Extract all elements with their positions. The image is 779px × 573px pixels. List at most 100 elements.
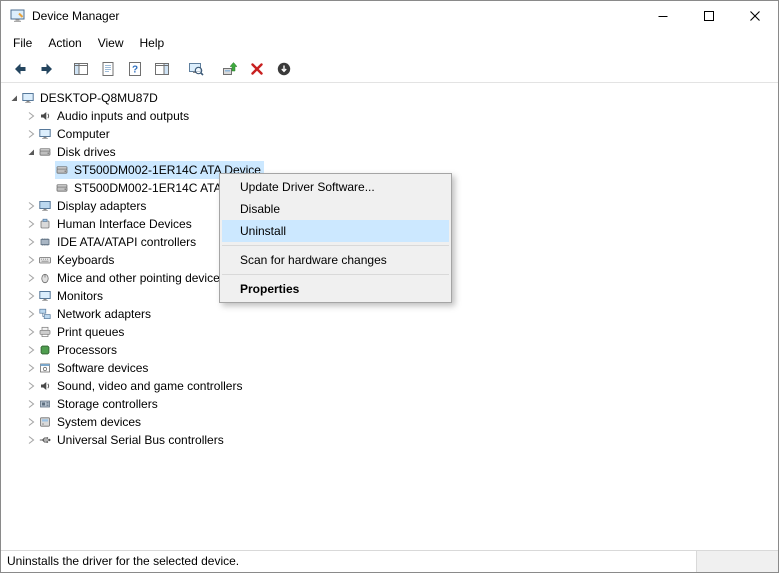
expand-chevron-icon[interactable]	[24, 413, 38, 431]
disable-device-icon	[276, 61, 292, 77]
collapse-chevron-icon[interactable]	[7, 89, 21, 107]
back-button[interactable]	[7, 57, 33, 81]
help-icon: ?	[127, 61, 143, 77]
printer-icon	[39, 326, 53, 338]
audio-icon	[39, 110, 53, 122]
properties-button[interactable]	[95, 57, 121, 81]
expand-chevron-icon[interactable]	[24, 269, 38, 287]
tree-item-content: Universal Serial Bus controllers	[38, 431, 227, 449]
menu-help[interactable]: Help	[132, 32, 173, 54]
tree-item-storage-controllers[interactable]: Storage controllers	[1, 395, 778, 413]
disable-device-button[interactable]	[271, 57, 297, 81]
tree-item-desktop-q8mu87d[interactable]: DESKTOP-Q8MU87D	[1, 89, 778, 107]
expand-chevron-icon[interactable]	[24, 197, 38, 215]
tree-item-label: Sound, video and game controllers	[57, 377, 242, 395]
tree-item-content: Software devices	[38, 359, 151, 377]
mouse-icon	[39, 272, 53, 284]
show-console-tree-button[interactable]	[68, 57, 94, 81]
collapse-chevron-icon[interactable]	[24, 143, 38, 161]
context-menu-item-update-driver-software[interactable]: Update Driver Software...	[222, 176, 449, 198]
uninstall-device-icon	[249, 61, 265, 77]
usb-icon	[39, 434, 53, 446]
context-menu-item-properties[interactable]: Properties	[222, 278, 449, 300]
context-menu-item-disable[interactable]: Disable	[222, 198, 449, 220]
expand-chevron-icon[interactable]	[24, 395, 38, 413]
expand-chevron-icon[interactable]	[24, 287, 38, 305]
minimize-button[interactable]	[640, 1, 686, 31]
context-menu-item-uninstall[interactable]: Uninstall	[222, 220, 449, 242]
tree-item-content: Audio inputs and outputs	[38, 107, 192, 125]
tree-item-content: Computer	[38, 125, 113, 143]
expand-chevron-icon[interactable]	[24, 251, 38, 269]
expand-chevron-icon[interactable]	[24, 233, 38, 251]
tree-item-label: Storage controllers	[57, 395, 158, 413]
tree-item-label: Keyboards	[57, 251, 114, 269]
tree-item-label: Print queues	[57, 323, 124, 341]
expand-chevron-icon[interactable]	[24, 323, 38, 341]
tree-item-content: Monitors	[38, 287, 106, 305]
close-button[interactable]	[732, 1, 778, 31]
tree-item-network-adapters[interactable]: Network adapters	[1, 305, 778, 323]
scan-hardware-changes-button[interactable]	[183, 57, 209, 81]
forward-button[interactable]	[34, 57, 60, 81]
title-bar[interactable]: Device Manager	[1, 1, 778, 31]
tree-item-label: Network adapters	[57, 305, 151, 323]
tree-item-disk-drives[interactable]: Disk drives	[1, 143, 778, 161]
tree-item-label: Processors	[57, 341, 117, 359]
action-pane-button[interactable]	[149, 57, 175, 81]
expand-chevron-icon[interactable]	[24, 359, 38, 377]
network-icon	[39, 308, 53, 320]
tree-item-print-queues[interactable]: Print queues	[1, 323, 778, 341]
tree-item-sound-video-and-game-controllers[interactable]: Sound, video and game controllers	[1, 377, 778, 395]
context-menu-item-scan-for-hardware-changes[interactable]: Scan for hardware changes	[222, 249, 449, 271]
tree-item-content: Processors	[38, 341, 120, 359]
device-manager-app-icon	[10, 8, 26, 24]
expand-chevron-icon[interactable]	[24, 215, 38, 233]
update-driver-software-icon	[222, 61, 238, 77]
tree-item-label: DESKTOP-Q8MU87D	[40, 89, 158, 107]
tree-item-content: Storage controllers	[38, 395, 161, 413]
tree-item-label: System devices	[57, 413, 141, 431]
tree-item-content: IDE ATA/ATAPI controllers	[38, 233, 199, 251]
toolbar: ?	[1, 55, 778, 83]
tree-item-label: Monitors	[57, 287, 103, 305]
menu-separator	[222, 274, 449, 275]
expand-chevron-icon[interactable]	[24, 305, 38, 323]
tree-item-software-devices[interactable]: Software devices	[1, 359, 778, 377]
status-bar-right-panel	[696, 551, 778, 572]
tree-item-processors[interactable]: Processors	[1, 341, 778, 359]
disk-icon	[56, 164, 70, 176]
window-controls	[640, 1, 778, 31]
properties-icon	[100, 61, 116, 77]
expand-chevron-icon[interactable]	[24, 377, 38, 395]
svg-text:?: ?	[132, 64, 138, 75]
tree-item-content: Keyboards	[38, 251, 117, 269]
device-manager-window: Device Manager FileActionViewHelp ? DESK…	[0, 0, 779, 573]
menu-file[interactable]: File	[5, 32, 40, 54]
display-icon	[39, 200, 53, 212]
tree-item-audio-inputs-and-outputs[interactable]: Audio inputs and outputs	[1, 107, 778, 125]
tree-item-computer[interactable]: Computer	[1, 125, 778, 143]
help-button[interactable]: ?	[122, 57, 148, 81]
menu-view[interactable]: View	[90, 32, 132, 54]
tree-item-content: Display adapters	[38, 197, 149, 215]
expand-chevron-icon[interactable]	[24, 341, 38, 359]
menu-bar: FileActionViewHelp	[1, 31, 778, 55]
uninstall-device-button[interactable]	[244, 57, 270, 81]
tree-item-label: Mice and other pointing devices	[57, 269, 226, 287]
expand-chevron-icon[interactable]	[24, 125, 38, 143]
tree-item-label: Computer	[57, 125, 110, 143]
computer-icon	[22, 92, 36, 104]
expand-chevron-icon[interactable]	[24, 431, 38, 449]
chevron-spacer	[41, 161, 55, 179]
tree-item-content: Disk drives	[38, 143, 119, 161]
chip-icon	[39, 236, 53, 248]
update-driver-software-button[interactable]	[217, 57, 243, 81]
menu-action[interactable]: Action	[40, 32, 89, 54]
tree-item-universal-serial-bus-controllers[interactable]: Universal Serial Bus controllers	[1, 431, 778, 449]
tree-item-system-devices[interactable]: System devices	[1, 413, 778, 431]
maximize-button[interactable]	[686, 1, 732, 31]
window-title: Device Manager	[32, 9, 119, 23]
expand-chevron-icon[interactable]	[24, 107, 38, 125]
disk-icon	[56, 182, 70, 194]
